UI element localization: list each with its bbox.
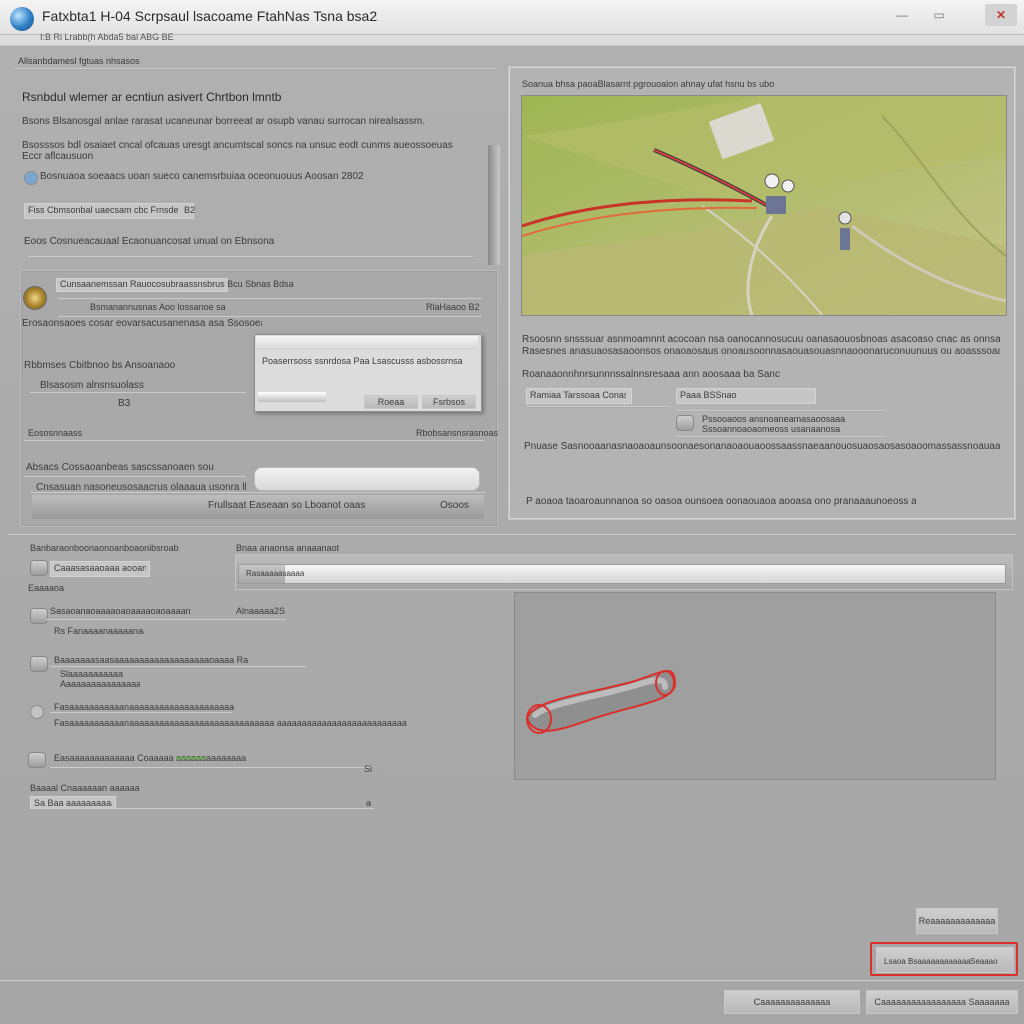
settings-gear-icon[interactable] [23, 286, 47, 310]
close-button[interactable]: ✕ [985, 4, 1017, 26]
preview-field-mid-text: Paaa BSSnao [680, 390, 737, 400]
field-suffix: B2 [184, 205, 196, 215]
description-line: Erosaonsaoes cosar eovarsacusanenasa asa… [22, 318, 262, 329]
lower-row2-sub: Rs Fanaaaanaaaaanaaa [54, 626, 144, 636]
preview-field-line: Pssooaoos ansnoaneamasaoosaaa [702, 414, 846, 424]
divider [676, 436, 886, 438]
action-right-label[interactable]: Osoos [440, 500, 469, 511]
highlight-button-right: Seaaao [970, 957, 998, 966]
sub-row: Blsasosm alnsnsuolass [40, 380, 144, 391]
description-line: Eoos Cosnueacauaal Ecaonuancosat unual o… [24, 236, 275, 247]
menu-text[interactable]: I:B Ri Lrabb(h Abda5 bal ABG BE [40, 32, 174, 42]
bottom-label: Absacs Cossaoanbeas sascssanoaen sou [26, 462, 214, 473]
dialog-ok-button[interactable]: Roeaa [364, 395, 418, 409]
lower-row6-sub: Sa Baa aaaaaaaaaaa [34, 798, 112, 808]
lower-row3: Baaaaaaasaasaaaaaaaaaaaaaaaaaaaoaaaa Ra [54, 655, 249, 665]
lower-row3-sub2: Aaaaaaaaaaaaaaaaaaaa [60, 679, 140, 689]
lower-row3-sub: Slaaaaaaaaaaa [60, 669, 124, 679]
progress-track [238, 564, 1006, 584]
progress-label: Rasaaaaasaaaa [246, 569, 305, 578]
divider [24, 476, 246, 478]
divider [50, 767, 370, 769]
lower-row6: Baaaal Cnaaaaaan aaaaaa [30, 783, 140, 793]
divider [30, 392, 246, 394]
minimize-button[interactable]: — [888, 4, 916, 26]
sub-value: B3 [118, 398, 131, 409]
divider [58, 298, 482, 300]
footer-button-1[interactable]: Caaaaaaaaaaaaaa [724, 990, 860, 1014]
status-indicator [176, 757, 206, 759]
dialog-progress [258, 392, 326, 402]
group-row: Cunsaanemssan Rauocosubraassnsbrus Bcu S… [60, 279, 294, 289]
dialog-text: Poaserrsoss ssnrdosa Paa Lsascusss asbos… [262, 356, 463, 366]
window-title: Fatxbta1 H-04 Scrpsaul lsacoame FtahNas … [42, 8, 378, 24]
radio-option-2[interactable] [30, 705, 44, 719]
maximize-button[interactable]: ▭ [925, 4, 953, 26]
divider [526, 406, 668, 408]
divider [30, 808, 374, 810]
footer-right-label: Rbobsansnsrasnoas [416, 428, 499, 438]
field-value: Fiss Cbmsonbal uaecsam cbc Frnsdeae [28, 205, 178, 215]
footer-left-label: Eososnnaass [28, 428, 83, 438]
radio-label: Bosnuaoa soeaacs uoan sueco canemsrbuiaa… [40, 171, 364, 182]
divider [24, 440, 484, 442]
description-line: Bsons Blsanosgal anlae rarasat ucaneunar… [22, 116, 426, 127]
lower-row2: Sasaoanaoaaaaoaoaaaaoaoaaaan [50, 606, 190, 616]
lower-row4: Fasaaaaaaaaaaanaaaaaaaaaaaaaaaaaaaaaaaaa… [54, 718, 407, 728]
divider [676, 410, 884, 412]
lower-row1b: Eaaaaoa [28, 583, 65, 593]
lower-header-a: Banbaraonboonaonoanboaonibsroab [30, 543, 179, 553]
tool-preview[interactable] [514, 592, 996, 780]
description-line: Bsosssos bdl osaiaet cncal ofcauas uresg… [22, 140, 453, 151]
section-header: Allsanbdamesl fgtuas nhsasos [18, 56, 140, 66]
preview-description: Rasesnes anasuaosasaoonsos onaoaosaus on… [522, 346, 1000, 357]
divider [30, 492, 486, 494]
lower-row6-right: a [366, 798, 372, 808]
radio-option-1[interactable] [24, 171, 38, 185]
preview-field-label: Roanaaonnhnrsunnnssalnnsresaaa ann aoosa… [522, 369, 780, 380]
sub-heading: Rbbmses Cbitbnoo bs Ansoanaoo [24, 360, 176, 371]
preview-caption: Soanua bhsa paoaBlasarnt pgrouoalon ahna… [522, 79, 775, 89]
section-divider [8, 534, 1016, 536]
list-icon [30, 608, 48, 624]
field-icon [676, 415, 694, 431]
cloud-icon [28, 752, 46, 768]
footer-button-2[interactable]: Caaaaaaaaaaaaaaaaa Saaaaaaa [866, 990, 1018, 1014]
divider [50, 666, 306, 668]
settings-icon [30, 656, 48, 672]
preview-description: Pnuase Sasnooaanasnaoaoaunsoonaesonanaoa… [524, 441, 1000, 452]
divider [50, 712, 232, 714]
app-globe-icon [10, 7, 34, 31]
highlight-button-left: Lsaoa Bsaaaaaaaaaaaa [884, 957, 971, 966]
preview-description: P aoaoa taoaroaunnanoa so oasoa ounsoea … [526, 496, 916, 507]
link-cable-icon [30, 560, 48, 576]
lower-row5-right: Si [364, 764, 373, 774]
lower-row2-right: Alnaaaaa2S [236, 606, 286, 616]
side-button[interactable]: Reaaaaaaaaaaaaa [916, 908, 998, 934]
scrollbar[interactable] [488, 145, 500, 265]
page-heading: Rsnbdul wlemer ar ecntiun asivert Chrtbo… [22, 90, 282, 104]
map-image [522, 96, 1006, 315]
group-sub: Bsmanannusnas Aoo lossanoe sa [90, 302, 226, 312]
dialog-cancel-button[interactable]: Fsrbsos [422, 395, 476, 409]
preview-description: Rsoosnn snsssuar asnmoamnnt acocoan nsa … [522, 334, 1000, 345]
dialog-titlebar [256, 336, 478, 350]
lower-row4-a: Fasaaaaaaaaaaanaaaaaaaaaaaaaaaaaaaaaaaaa… [54, 702, 234, 712]
preview-field-left-text: Ramiaa Tarssoaa Conas Soal [530, 390, 626, 400]
preview-field-line: Sssoannoaoaomeoss usanaanosa [702, 424, 841, 434]
footer-divider [0, 980, 1024, 982]
divider [46, 619, 286, 621]
lower-header-b: Bnaa anaonsa anaaanaot [236, 543, 340, 553]
rounded-input[interactable] [254, 467, 480, 491]
divider [28, 256, 473, 258]
map-preview[interactable] [521, 95, 1007, 316]
divider [15, 68, 495, 70]
group-right: RlaHaaoo B2 [426, 302, 480, 312]
lower-row5: Easaaaaaaaaaaaaa Coaaaaa aaaaaaaaaaaaaa [54, 753, 247, 763]
description-line: Eccr aflcausuon [22, 151, 94, 162]
lower-row1: Caaasasaaoaaa aooanos [54, 563, 146, 573]
action-left-label[interactable]: Frullsaat Easeaan so Lboanot oaas [208, 500, 365, 511]
cable-tool-image [525, 669, 677, 734]
